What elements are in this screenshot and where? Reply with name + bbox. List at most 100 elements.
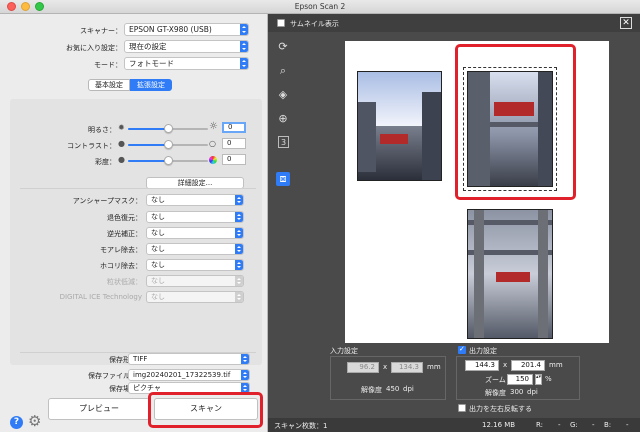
mode-select[interactable]: フォトモード <box>124 57 249 70</box>
output-height-field[interactable]: 201.4 <box>511 360 545 371</box>
scan-button-highlight <box>148 392 263 428</box>
area-count-icon[interactable]: 3 <box>278 136 289 148</box>
r-label: R: <box>536 421 544 429</box>
enhancement-label: モアレ除去： <box>100 246 142 254</box>
tab-advanced[interactable]: 拡張設定 <box>130 79 172 91</box>
contrast-high-icon: ○ <box>209 139 216 148</box>
chevron-updown-icon <box>235 260 243 270</box>
photo-building <box>422 92 441 180</box>
thumbnail-checkbox[interactable] <box>277 19 285 27</box>
contrast-slider-knob[interactable] <box>164 140 173 149</box>
saturation-slider[interactable] <box>128 156 208 165</box>
mode-label: モード： <box>94 61 122 69</box>
input-resolution-value: 450 <box>386 385 400 393</box>
favorite-label: お気に入り設定： <box>66 44 122 52</box>
enhancement-select[interactable]: なし <box>146 259 244 271</box>
chevron-updown-icon <box>241 354 249 364</box>
preview-header: サムネイル表示 ✕ <box>268 14 640 32</box>
output-resolution-unit: dpi <box>527 388 538 396</box>
filename-value: img20240201_17322539.tif <box>133 371 231 379</box>
brightness-slider-fill <box>128 128 168 130</box>
zoom-stepper[interactable]: ▴▾ <box>535 374 542 385</box>
enhancement-value: なし <box>151 245 165 253</box>
output-width-field[interactable]: 144.3 <box>465 360 499 371</box>
brightness-label: 明るさ： <box>88 126 116 134</box>
enhancement-label: アンシャープマスク： <box>72 197 142 205</box>
saturation-label: 彩度： <box>95 158 116 166</box>
favorite-select[interactable]: 現在の設定 <box>124 40 249 53</box>
size-settings-panel: 入力設定 96.2 x 134.3 mm 解像度 450 dpi 出力設定 14… <box>268 343 640 421</box>
photo-building <box>358 102 376 172</box>
enhancement-select[interactable]: なし <box>146 194 244 206</box>
tab-basic[interactable]: 基本設定 <box>88 79 130 91</box>
gear-icon[interactable]: ⚙ <box>28 414 41 429</box>
saturation-slider-knob[interactable] <box>164 156 173 165</box>
chevron-updown-icon <box>235 244 243 254</box>
sun-small-icon: ✹ <box>118 123 125 132</box>
scanner-select[interactable]: EPSON GT-X980 (USB) <box>124 23 249 36</box>
times-sign: x <box>503 361 508 369</box>
scanner-value: EPSON GT-X980 (USB) <box>129 25 212 34</box>
help-icon[interactable]: ? <box>10 416 23 429</box>
close-icon[interactable]: ✕ <box>620 17 632 29</box>
output-resolution-label: 解像度 <box>485 389 506 397</box>
r-value: - <box>558 421 561 429</box>
enhancement-select[interactable]: なし <box>146 227 244 239</box>
enhancement-label: 退色復元： <box>107 214 142 222</box>
saturation-slider-fill <box>128 160 168 162</box>
contrast-input[interactable]: 0 <box>222 138 246 149</box>
preview-button[interactable]: プレビュー <box>48 398 150 420</box>
input-height-field: 134.3 <box>391 362 423 373</box>
contrast-slider[interactable] <box>128 140 208 149</box>
contrast-low-icon: ● <box>118 139 125 148</box>
enhancement-label: DIGITAL ICE Technology <box>59 293 142 301</box>
filename-select[interactable]: img20240201_17322539.tif <box>128 369 250 381</box>
enhancement-label: ホコリ除去： <box>100 262 142 270</box>
preview-photo-3[interactable] <box>467 209 553 339</box>
enhancement-select[interactable]: なし <box>146 243 244 255</box>
settings-tabs: 基本設定 拡張設定 <box>88 79 172 91</box>
mirror-label: 出力を左右反転する <box>469 405 532 413</box>
enhancement-value: なし <box>151 196 165 204</box>
epson-scan-window: Epson Scan 2 スキャナー： EPSON GT-X980 (USB) … <box>0 0 640 432</box>
input-unit: mm <box>427 363 441 371</box>
output-resolution-value: 300 <box>510 388 524 396</box>
chevron-updown-icon <box>235 228 243 238</box>
rotate-icon[interactable]: ⟳ <box>276 40 290 54</box>
format-value: TIFF <box>133 355 148 363</box>
brightness-input[interactable]: 0 <box>222 122 246 133</box>
enhancement-value: なし <box>151 277 165 285</box>
auto-select-icon[interactable]: ◈ <box>276 88 290 102</box>
enhancement-select[interactable]: なし <box>146 211 244 223</box>
add-area-icon[interactable]: ⊕ <box>276 112 290 126</box>
times-sign: x <box>383 363 388 371</box>
chevron-updown-icon <box>235 212 243 222</box>
thumbnail-mode-icon[interactable]: ⧈ <box>276 172 290 186</box>
output-settings-checkbox[interactable] <box>458 345 466 354</box>
preview-panel: サムネイル表示 ✕ ⟳ ⌕ ◈ ⊕ 3 ⧈ 入力設定 96.2 x 134.3 … <box>268 14 640 432</box>
zoom-icon[interactable]: ⌕ <box>276 64 290 78</box>
selection-highlight <box>455 44 576 200</box>
format-select[interactable]: TIFF <box>128 353 250 365</box>
window-title: Epson Scan 2 <box>294 2 346 11</box>
output-unit: mm <box>549 361 563 369</box>
preview-photo-1[interactable] <box>357 71 442 181</box>
zoom-unit: % <box>545 375 552 383</box>
g-label: G: <box>570 421 578 429</box>
color-wheel-icon <box>209 156 217 164</box>
output-settings-group: 144.3 x 201.4 mm ズーム 150 ▴▾ % 解像度 300 dp… <box>456 356 580 400</box>
favorite-value: 現在の設定 <box>129 42 167 51</box>
b-value: - <box>626 421 629 429</box>
brightness-slider-knob[interactable] <box>164 124 173 133</box>
b-label: B: <box>604 421 612 429</box>
saturation-input[interactable]: 0 <box>222 154 246 165</box>
brightness-slider[interactable] <box>128 124 208 133</box>
enhancement-value: なし <box>151 261 165 269</box>
mirror-checkbox[interactable] <box>458 404 466 412</box>
zoom-label: ズーム <box>485 376 506 384</box>
mode-value: フォトモード <box>129 59 174 68</box>
scan-count: スキャン枚数：1 <box>274 422 328 430</box>
zoom-field[interactable]: 150 <box>507 374 533 385</box>
enhancement-value: なし <box>151 213 165 221</box>
input-resolution-unit: dpi <box>403 385 414 393</box>
